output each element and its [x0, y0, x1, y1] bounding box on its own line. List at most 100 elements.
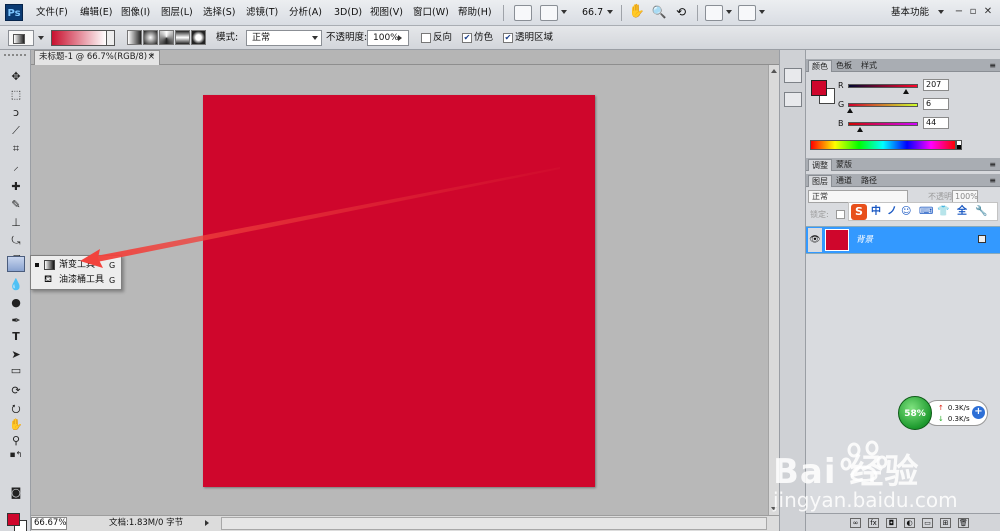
gradient-tool-icon[interactable]	[7, 256, 25, 272]
sogou-ime-logo[interactable]: S	[851, 204, 867, 220]
flyout-item-gradient[interactable]: 渐变工具 G	[31, 258, 121, 273]
panel-grip[interactable]	[4, 54, 26, 62]
angle-gradient-icon[interactable]	[159, 30, 174, 45]
mode-select[interactable]: 正常	[246, 30, 322, 46]
workspace-switcher[interactable]: 基本功能	[891, 0, 929, 26]
arrange-caret-icon[interactable]	[726, 10, 732, 14]
restore-icon[interactable]: ▫	[966, 5, 980, 19]
quick-select-tool-icon[interactable]: ⟋	[8, 124, 24, 138]
channel-b-thumb[interactable]	[857, 127, 863, 132]
lock-transparency-checkbox[interactable]	[836, 210, 845, 219]
channel-b-input[interactable]: 44	[923, 117, 949, 129]
panel-menu-icon[interactable]: ≡	[989, 159, 996, 170]
ime-emoji-icon[interactable]: ☺	[901, 205, 911, 219]
screen-mode-icon[interactable]	[738, 5, 756, 21]
history-panel-icon[interactable]	[784, 68, 802, 83]
foreground-color-swatch[interactable]	[7, 513, 20, 526]
menu-help[interactable]: 帮助(H)	[458, 0, 492, 26]
zoom-field[interactable]: 66.67%	[31, 517, 67, 530]
bridge-icon[interactable]	[514, 5, 532, 21]
type-tool-icon[interactable]: T	[8, 330, 24, 344]
radial-gradient-icon[interactable]	[143, 30, 158, 45]
rotate-view-icon[interactable]: ⟲	[672, 5, 690, 21]
menu-analysis[interactable]: 分析(A)	[289, 0, 322, 26]
menu-select[interactable]: 选择(S)	[203, 0, 235, 26]
actions-panel-icon[interactable]	[784, 92, 802, 107]
blur-tool-icon[interactable]: 💧	[8, 278, 24, 292]
panel-menu-icon[interactable]: ≡	[989, 60, 996, 71]
gradient-editor-swatch[interactable]	[51, 30, 107, 46]
brush-tool-icon[interactable]: ✎	[8, 198, 24, 212]
widget-plus-button[interactable]: +	[972, 406, 985, 419]
layer-row[interactable]: 👁 背景	[806, 226, 1000, 254]
layer-thumbnail[interactable]	[825, 229, 849, 251]
tab-adjustments[interactable]: 调整	[808, 159, 832, 171]
arrange-documents-icon[interactable]	[705, 5, 723, 21]
memory-usage-ball[interactable]: 58%	[898, 396, 932, 430]
dither-checkbox[interactable]: ✔	[462, 33, 472, 43]
lasso-tool-icon[interactable]: ↄ	[8, 106, 24, 120]
menu-window[interactable]: 窗口(W)	[413, 0, 449, 26]
zoom-caret-icon[interactable]	[607, 10, 613, 14]
network-speed-widget[interactable]: 58% ↑ 0.3K/s ↓ 0.3K/s +	[898, 396, 990, 430]
tool-preset-picker[interactable]	[8, 30, 34, 46]
status-menu-arrow-icon[interactable]	[205, 520, 209, 526]
channel-g-slider[interactable]	[848, 103, 918, 107]
panel-menu-icon[interactable]: ≡	[989, 175, 996, 186]
workspace-caret-icon[interactable]	[938, 10, 944, 14]
ime-fullwidth-icon[interactable]: 全	[957, 205, 967, 219]
ime-chinese-mode-icon[interactable]: 中	[871, 205, 881, 219]
ime-settings-icon[interactable]: 🔧	[975, 205, 987, 219]
menu-edit[interactable]: 编辑(E)	[80, 0, 112, 26]
zoom-level-readout[interactable]: 66.7	[582, 0, 603, 26]
eye-icon[interactable]: 👁	[808, 228, 822, 252]
color-spectrum-ramp[interactable]	[810, 140, 956, 150]
healing-brush-tool-icon[interactable]: ✚	[8, 180, 24, 194]
tool-preset-caret-icon[interactable]	[38, 36, 44, 40]
tab-layers[interactable]: 图层	[808, 175, 832, 187]
swap-colors-icon[interactable]: ◾↰	[8, 448, 24, 462]
reverse-checkbox[interactable]	[421, 33, 431, 43]
reflected-gradient-icon[interactable]	[175, 30, 190, 45]
channel-g-thumb[interactable]	[847, 108, 853, 113]
close-icon[interactable]: ✕	[981, 5, 995, 19]
zoom-tool-icon[interactable]: 🔍	[650, 5, 668, 21]
3d-rotate-tool-icon[interactable]: ⟳	[8, 384, 24, 398]
flyout-item-paint-bucket[interactable]: ⛾ 油漆桶工具 G	[31, 273, 121, 288]
3d-orbit-tool-icon[interactable]: ⭮	[8, 402, 24, 416]
black-white-ramp[interactable]	[956, 140, 962, 150]
diamond-gradient-icon[interactable]	[191, 30, 206, 45]
document-canvas[interactable]	[203, 95, 595, 487]
channel-r-thumb[interactable]	[903, 89, 909, 94]
menu-filter[interactable]: 滤镜(T)	[246, 0, 278, 26]
ime-punctuation-icon[interactable]: ノ	[887, 205, 897, 219]
channel-r-input[interactable]: 207	[923, 79, 949, 91]
dodge-tool-icon[interactable]: ●	[8, 296, 24, 310]
hand-tool-icon[interactable]: ✋	[628, 5, 646, 21]
tab-masks[interactable]: 蒙版	[833, 159, 855, 171]
scroll-up-icon[interactable]	[771, 69, 777, 73]
tab-color[interactable]: 颜色	[808, 60, 832, 72]
view-extras-icon[interactable]	[540, 5, 558, 21]
ime-skin-icon[interactable]: 👕	[937, 205, 949, 219]
hand-tool-icon[interactable]: ✋	[8, 418, 24, 432]
tab-channels[interactable]: 通道	[833, 175, 855, 187]
close-icon[interactable]: ×	[147, 51, 155, 64]
ime-keyboard-icon[interactable]: ⌨	[919, 205, 933, 219]
menu-view[interactable]: 视图(V)	[370, 0, 403, 26]
move-tool-icon[interactable]: ✥	[8, 70, 24, 84]
channel-b-slider[interactable]	[848, 122, 918, 126]
menu-3d[interactable]: 3D(D)	[334, 0, 362, 26]
transparency-checkbox[interactable]: ✔	[503, 33, 513, 43]
horizontal-scrollbar[interactable]	[221, 517, 767, 530]
menu-image[interactable]: 图像(I)	[121, 0, 150, 26]
tab-paths[interactable]: 路径	[858, 175, 880, 187]
document-tab[interactable]: 未标题-1 @ 66.7%(RGB/8) * ×	[34, 50, 160, 65]
channel-g-input[interactable]: 6	[923, 98, 949, 110]
gradient-picker-dropdown[interactable]	[107, 30, 115, 46]
quick-mask-icon[interactable]: ◙	[8, 486, 24, 500]
crop-tool-icon[interactable]: ⌗	[8, 142, 24, 156]
linear-gradient-icon[interactable]	[127, 30, 142, 45]
minimize-icon[interactable]: −	[952, 5, 966, 19]
history-brush-tool-icon[interactable]: ⤿	[8, 234, 24, 248]
